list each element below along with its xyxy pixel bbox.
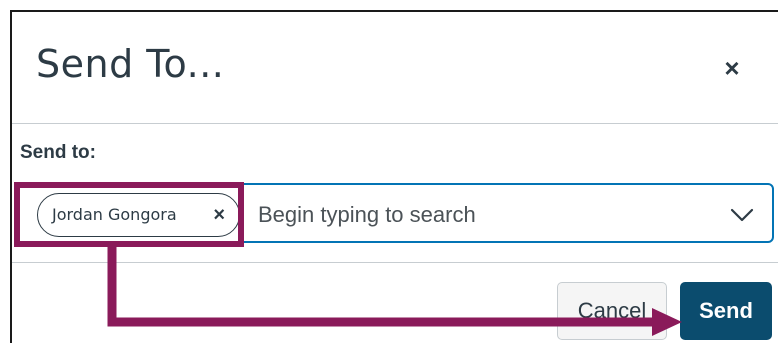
recipient-search-input[interactable] [254, 196, 702, 234]
send-to-label: Send to: [20, 142, 96, 163]
recipient-chip: Jordan Gongora × [37, 193, 240, 237]
footer-divider [12, 262, 778, 263]
chevron-down-icon[interactable] [728, 200, 756, 228]
send-button[interactable]: Send [680, 282, 772, 340]
cancel-button[interactable]: Cancel [557, 282, 667, 340]
dialog-title: Send To... [36, 42, 225, 86]
remove-recipient-icon[interactable]: × [213, 203, 225, 227]
recipient-chip-label: Jordan Gongora [52, 205, 177, 224]
dialog-header: Send To... × [12, 12, 778, 124]
close-icon[interactable]: × [718, 54, 746, 82]
